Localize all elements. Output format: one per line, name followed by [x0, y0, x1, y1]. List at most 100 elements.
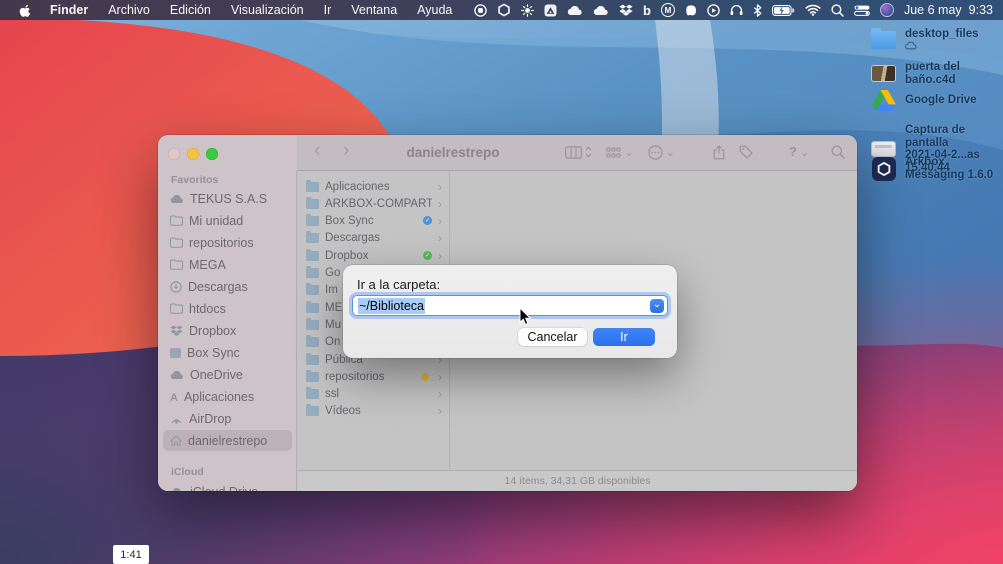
- sidebar-item-aplicaciones[interactable]: Aplicaciones: [163, 386, 292, 407]
- sidebar-item-onedrive[interactable]: OneDrive: [163, 364, 292, 385]
- spotlight-icon[interactable]: [831, 0, 844, 20]
- sync-check-badge: [423, 216, 432, 225]
- clock-date: Jue 6 may: [904, 3, 962, 17]
- actions-ellipsis-icon[interactable]: [648, 143, 675, 161]
- folder-path-input[interactable]: ~/Biblioteca: [352, 295, 668, 316]
- tag-icon[interactable]: [739, 145, 753, 159]
- menu-finder[interactable]: Finder: [40, 0, 98, 20]
- file-row-box-sync[interactable]: Box Sync: [302, 212, 446, 229]
- wifi-icon[interactable]: [805, 0, 821, 20]
- brightness-icon[interactable]: [521, 0, 534, 20]
- c4d-file-icon: [870, 66, 897, 81]
- screen-record-icon[interactable]: [474, 0, 487, 20]
- sidebar-item-dropbox[interactable]: Dropbox: [163, 320, 292, 341]
- sidebar-item-danielrestrepo[interactable]: danielrestrepo: [163, 430, 292, 451]
- icloud-status-icon: [905, 41, 917, 50]
- arkbox-hexagon-icon[interactable]: [497, 0, 511, 20]
- file-row-repositorios[interactable]: repositorios: [302, 368, 446, 385]
- sidebar: Favoritos TEKUS S.A.S Mi unidad reposito…: [158, 171, 297, 491]
- sidebar-item-repositorios[interactable]: repositorios: [163, 232, 292, 253]
- menu-ayuda[interactable]: Ayuda: [407, 0, 462, 20]
- go-button[interactable]: Ir: [593, 328, 655, 346]
- desktop-icon-label: Google Drive: [905, 94, 977, 107]
- combo-chevron-button[interactable]: [650, 299, 664, 313]
- menu-ventana[interactable]: Ventana: [341, 0, 407, 20]
- desktop-icon-puerta[interactable]: puerta del baño.c4d: [870, 61, 1003, 86]
- cancel-button[interactable]: Cancelar: [518, 328, 587, 346]
- folder-icon: [306, 285, 319, 295]
- box-icon[interactable]: [643, 0, 651, 20]
- desktop-icon-arkbox[interactable]: Arkbox Messaging 1.6.0: [870, 156, 1003, 181]
- dropbox-icon[interactable]: [619, 0, 633, 20]
- sync-check-badge: [423, 251, 432, 260]
- menu-ir[interactable]: Ir: [314, 0, 342, 20]
- file-row-aplicaciones[interactable]: Aplicaciones: [302, 178, 446, 195]
- file-row-arkbox-compartida[interactable]: ARKBOX-COMPARTIDA: [302, 195, 446, 212]
- minimize-button[interactable]: [187, 148, 199, 160]
- forward-chevron-icon[interactable]: ›: [343, 140, 349, 162]
- blue-folder-icon: [870, 28, 897, 49]
- sidebar-item-airdrop[interactable]: AirDrop: [163, 408, 292, 429]
- file-row-descargas[interactable]: Descargas: [302, 229, 446, 246]
- desktop-icon-label: desktop_files: [905, 28, 979, 50]
- close-button[interactable]: [168, 148, 180, 160]
- sidebar-item-icloud-drive[interactable]: iCloud Drive: [163, 481, 292, 491]
- chevron-right-icon: [438, 385, 442, 403]
- control-center-icon[interactable]: [854, 0, 870, 20]
- chevron-right-icon: [438, 229, 442, 247]
- share-icon[interactable]: [713, 145, 725, 160]
- file-row-videos[interactable]: Vídeos: [302, 402, 446, 419]
- onedrive-cloud-icon[interactable]: [567, 0, 583, 20]
- chevron-right-icon: [438, 178, 442, 196]
- title-bar[interactable]: ‹ › danielrestrepo: [158, 135, 857, 171]
- desktop-icon-label: puerta del baño.c4d: [905, 61, 1003, 86]
- cloud-icon[interactable]: [593, 0, 609, 20]
- desktop-icon-label: Arkbox Messaging 1.6.0: [905, 156, 1003, 181]
- status-bar: 14 ítems, 34,31 GB disponibles: [298, 470, 857, 491]
- chevron-right-icon: [438, 195, 442, 213]
- desktop-icon-google-drive[interactable]: Google Drive: [870, 90, 977, 111]
- group-by-icon[interactable]: [606, 143, 633, 161]
- sidebar-item-box-sync[interactable]: Box Sync: [163, 342, 292, 363]
- go-to-folder-dialog: Ir a la carpeta: ~/Biblioteca Cancelar I…: [343, 265, 677, 358]
- apple-menu-icon[interactable]: [10, 0, 40, 20]
- help-question-icon[interactable]: [789, 143, 809, 161]
- folder-icon: [306, 233, 319, 243]
- sidebar-item-tekus[interactable]: TEKUS S.A.S: [163, 188, 292, 209]
- chevron-right-icon: [438, 402, 442, 420]
- timestamp-text: 1:41: [120, 549, 141, 561]
- sidebar-item-descargas[interactable]: Descargas: [163, 276, 292, 297]
- folder-icon: [306, 251, 319, 261]
- back-chevron-icon[interactable]: ‹: [314, 140, 320, 162]
- menu-archivo[interactable]: Archivo: [98, 0, 160, 20]
- folder-icon: [306, 199, 319, 209]
- zoom-button[interactable]: [206, 148, 218, 160]
- sidebar-item-mega[interactable]: MEGA: [163, 254, 292, 275]
- mouse-cursor: [519, 307, 532, 326]
- screenshot-file-icon: [870, 142, 897, 156]
- sidebar-item-mi-unidad[interactable]: Mi unidad: [163, 210, 292, 231]
- input-selected-text: ~/Biblioteca: [358, 298, 425, 314]
- menu-bar-clock[interactable]: Jue 6 may 9:33: [904, 3, 993, 17]
- file-row-ssl[interactable]: ssl: [302, 385, 446, 402]
- google-drive-icon: [870, 90, 897, 111]
- column-view-icon[interactable]: [565, 146, 592, 159]
- folder-icon: [306, 337, 319, 347]
- play-circle-icon[interactable]: [707, 0, 720, 20]
- desktop-icon-desktop-files[interactable]: desktop_files: [870, 28, 979, 50]
- mega-icon[interactable]: [661, 0, 675, 20]
- folder-icon: [306, 268, 319, 278]
- sidebar-item-htdocs[interactable]: htdocs: [163, 298, 292, 319]
- search-icon[interactable]: [831, 145, 845, 159]
- bluetooth-icon[interactable]: [753, 0, 762, 20]
- menu-visualizacion[interactable]: Visualización: [221, 0, 314, 20]
- menu-edicion[interactable]: Edición: [160, 0, 221, 20]
- headphones-icon[interactable]: [730, 0, 743, 20]
- user-avatar-icon[interactable]: [880, 3, 894, 17]
- file-row-dropbox[interactable]: Dropbox: [302, 247, 446, 264]
- folder-icon: [306, 303, 319, 313]
- battery-charging-icon[interactable]: [772, 0, 795, 20]
- evernote-icon[interactable]: [685, 0, 697, 20]
- box-icon: [170, 348, 181, 358]
- drive-app-icon[interactable]: [544, 0, 557, 20]
